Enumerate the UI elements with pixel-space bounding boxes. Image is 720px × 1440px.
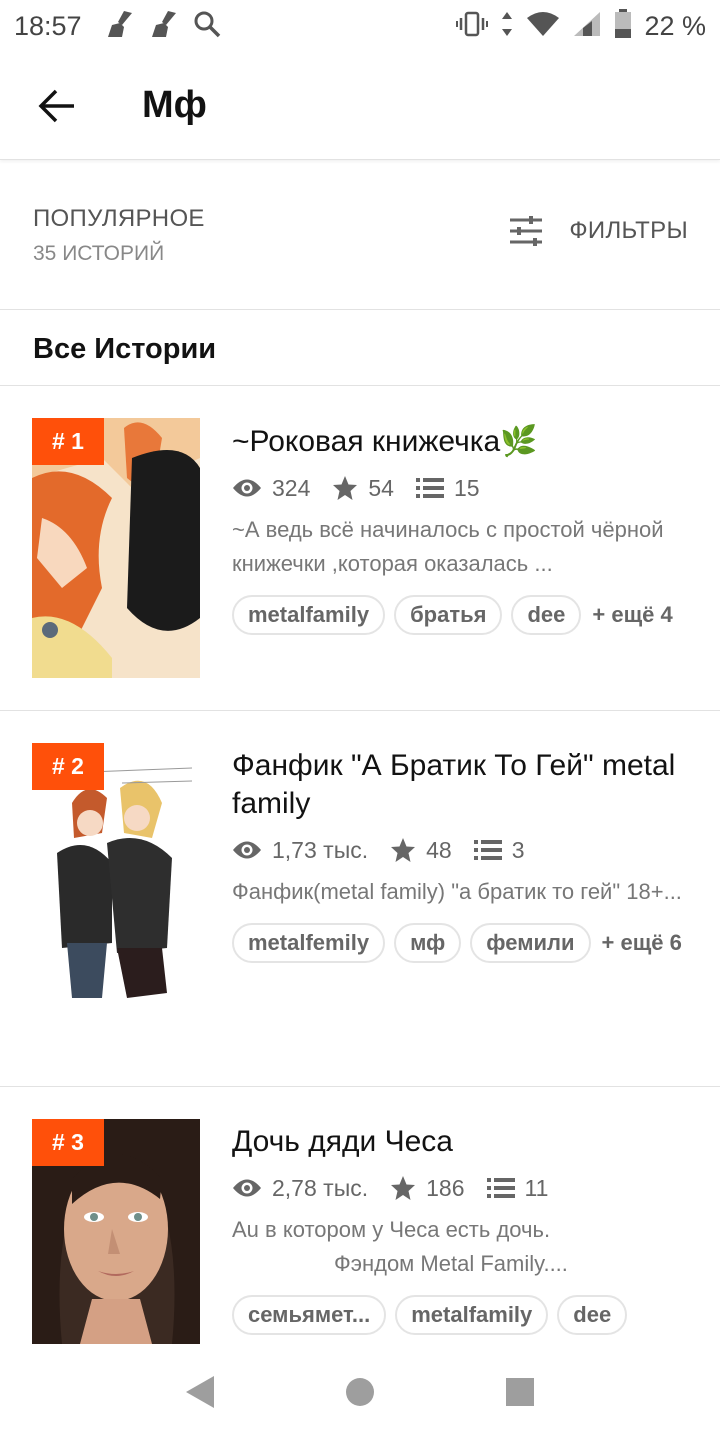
views-stat: 2,78 тыс. [232,1175,368,1202]
story-title[interactable]: ~Роковая книжечка🌿 [232,423,692,461]
filters-label: ФИЛЬТРЫ [569,217,688,244]
list-icon [486,1178,515,1198]
story-stats: 324 54 15 [232,473,692,503]
votes-count: 48 [426,836,452,863]
story-count: 35 ИСТОРИЙ [33,242,165,265]
rank-badge: # 1 [32,418,104,465]
rank-badge: # 3 [32,1119,104,1166]
tag-chip[interactable]: metalfamily [395,1295,549,1335]
circle-home-icon [346,1378,374,1406]
battery-percent: 22 % [644,10,706,41]
eye-icon [233,1179,261,1197]
sort-label[interactable]: ПОПУЛЯРНОЕ [33,205,205,233]
search-icon [192,9,222,44]
page-title: Мф [142,84,207,126]
views-count: 2,78 тыс. [272,1174,369,1201]
list-icon [473,840,502,860]
story-info: Дочь дяди Чеса 2,78 тыс. 186 11 Au в кот… [232,1123,692,1335]
nav-home-button[interactable] [330,1362,390,1422]
parts-count: 3 [511,836,525,863]
sort-row: ПОПУЛЯРНОЕ 35 ИСТОРИЙ ФИЛЬТРЫ [0,160,720,310]
status-time: 18:57 [14,10,82,41]
vibrate-icon [456,11,489,42]
list-icon [415,478,444,498]
sliders-icon [510,216,543,246]
story-cover[interactable]: # 2 [32,743,200,1003]
story-cover[interactable]: # 1 [32,418,200,678]
parts-count: 15 [453,474,480,501]
status-bar: 18:57 22 % [0,0,720,52]
views-count: 1,73 тыс. [272,836,369,863]
votes-stat: 48 [390,837,452,864]
tag-chip[interactable]: семьямет... [232,1295,387,1335]
story-item[interactable]: # 2 Фанфик "А Братик То Гей" metal famil… [0,711,720,1087]
story-stats: 2,78 тыс. 186 11 [232,1173,692,1203]
battery-icon [614,8,632,44]
tag-chip[interactable]: фемили [470,923,591,963]
views-stat: 324 [232,475,310,502]
tag-chip[interactable]: metalfemily [232,923,386,963]
parts-stat: 3 [473,836,525,864]
story-item[interactable]: # 3 Дочь дяди Чеса 2,78 тыс. 186 11 Au в… [0,1087,720,1344]
views-count: 324 [272,474,311,501]
story-stats: 1,73 тыс. 48 3 [232,835,692,865]
arrow-left-icon [38,89,74,122]
tag-chip[interactable]: братья [394,595,503,635]
tag-list: семьямет... metalfamily dee [232,1295,692,1335]
story-cover[interactable]: # 3 [32,1119,200,1344]
rank-badge: # 2 [32,743,104,790]
section-header: Все Истории [0,311,720,386]
story-description: Au в котором у Чеса есть дочь. Фэндом Me… [232,1213,692,1281]
nav-back-button[interactable] [170,1362,230,1422]
tag-chip[interactable]: мф [394,923,462,963]
parts-stat: 11 [486,1174,549,1202]
section-title: Все Истории [33,333,217,365]
story-item[interactable]: # 1 ~Роковая книжечка🌿 324 54 15 ~А ведь… [0,387,720,711]
filters-button[interactable]: ФИЛЬТРЫ [509,216,688,246]
description-line: Фэндом Metal Family.... [334,1251,568,1276]
star-icon [391,1176,416,1200]
star-icon [391,838,416,862]
votes-stat: 186 [390,1174,465,1202]
triangle-back-icon [186,1376,214,1408]
story-title[interactable]: Фанфик "А Братик То Гей" metal family [232,747,692,823]
story-info: Фанфик "А Братик То Гей" metal family 1,… [232,747,692,963]
system-nav-bar [0,1344,720,1440]
description-line: Au в котором у Чеса есть дочь. [232,1217,551,1242]
tag-chip[interactable]: dee [557,1295,628,1335]
back-button[interactable] [32,81,82,131]
votes-stat: 54 [332,475,394,502]
votes-count: 186 [426,1174,465,1201]
data-arrows-icon [500,11,514,42]
views-stat: 1,73 тыс. [232,837,368,864]
more-tags-link[interactable]: + ещё 4 [590,595,672,635]
star-icon [333,476,358,500]
story-description: Фанфик(metal family) "а братик то гей" 1… [232,879,682,904]
nav-recents-button[interactable] [490,1362,550,1422]
votes-count: 54 [368,474,394,501]
tag-list: metalfamily братья dee + ещё 4 [232,595,692,635]
eye-icon [233,479,261,497]
broom-icon [104,9,134,44]
signal-icon [572,11,602,42]
app-bar: Мф [0,52,720,160]
tag-chip[interactable]: dee [511,595,582,635]
tag-chip[interactable]: metalfamily [232,595,386,635]
parts-count: 11 [524,1174,549,1201]
broom-icon [148,9,178,44]
story-info: ~Роковая книжечка🌿 324 54 15 ~А ведь всё… [232,423,692,635]
tag-list: metalfemily мф фемили + ещё 6 [232,923,692,963]
story-description: ~А ведь всё начиналось с простой чёрной … [232,517,664,576]
square-recents-icon [506,1378,534,1406]
story-title[interactable]: Дочь дяди Чеса [232,1123,692,1161]
eye-icon [233,841,261,859]
wifi-icon [526,11,560,42]
more-tags-link[interactable]: + ещё 6 [600,923,682,963]
parts-stat: 15 [415,474,480,502]
